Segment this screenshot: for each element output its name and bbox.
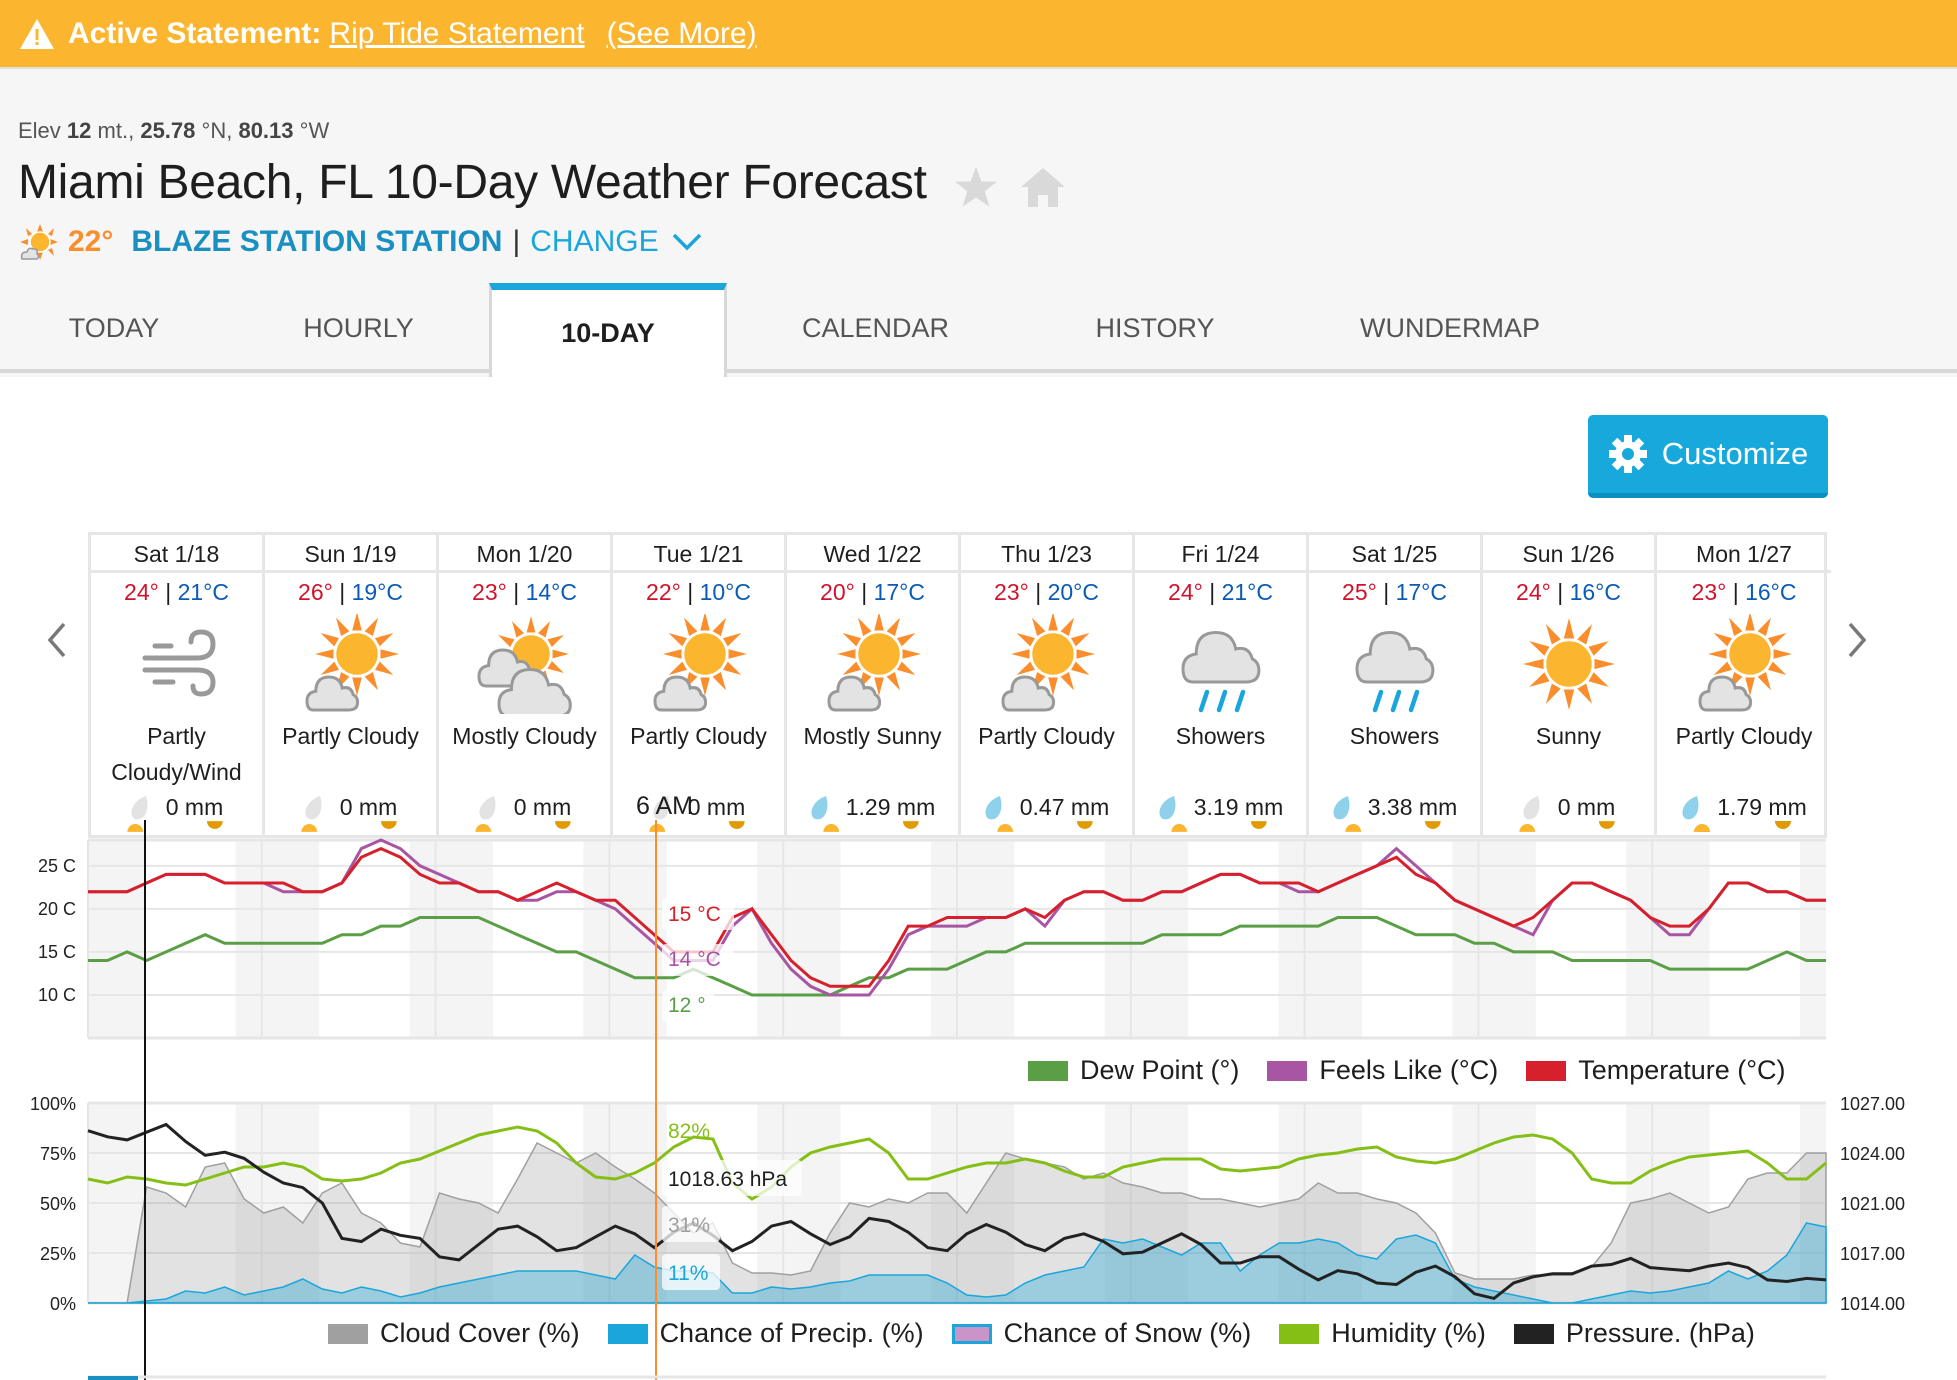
pressure-y-tick-label: 1017.00 [1840, 1244, 1905, 1264]
legend-item[interactable]: Cloud Cover (%) [380, 1318, 580, 1349]
temp-chart-night-band [583, 840, 610, 1038]
tooltip-cloud-cover: 31% [668, 1214, 710, 1237]
cursor-time-label: 6 AM [636, 792, 693, 820]
temp-chart-night-band [1104, 840, 1131, 1038]
pressure-y-tick-label: 1014.00 [1840, 1294, 1905, 1314]
precip-legend: Cloud Cover (%) Chance of Precip. (%) Chan… [300, 1318, 1755, 1349]
tooltip-pressure: 1018.63 hPa [668, 1168, 787, 1191]
temp-chart-night-band [1799, 840, 1826, 1038]
temp-chart-night-band [261, 840, 320, 1038]
temp-chart-night-band [1130, 840, 1189, 1038]
percent-y-tick-label: 0% [50, 1294, 76, 1314]
temp-y-tick-label: 10 C [38, 985, 76, 1005]
legend-swatch [328, 1323, 368, 1344]
legend-swatch [1513, 1323, 1554, 1344]
legend-swatch [1028, 1060, 1068, 1081]
tooltip-temperature: 15 °C [668, 903, 721, 926]
tooltip-humidity: 82% [668, 1120, 710, 1143]
legend-item[interactable]: Dew Point (°) [1080, 1055, 1239, 1086]
temp-chart-night-band [1278, 840, 1305, 1038]
temp-chart-night-band [1626, 840, 1653, 1038]
temp-chart-night-band [88, 840, 146, 1038]
tooltip-precip: 11% [668, 1262, 708, 1285]
percent-y-tick-label: 75% [40, 1144, 76, 1164]
legend-swatch [1526, 1060, 1567, 1081]
temp-chart-night-band [957, 840, 1015, 1038]
temp-chart-night-band [930, 840, 957, 1038]
percent-y-tick-label: 100% [30, 1094, 76, 1114]
legend-item[interactable]: Temperature (°C) [1578, 1055, 1785, 1086]
legend-swatch [1279, 1323, 1320, 1344]
tooltip-dew-point: 12 ° [668, 994, 706, 1017]
legend-item[interactable]: Chance of Precip. (%) [660, 1318, 924, 1349]
legend-item[interactable]: Feels Like (°C) [1319, 1055, 1498, 1086]
temp-chart-night-band [783, 840, 841, 1038]
temp-chart-night-band [435, 840, 493, 1038]
legend-swatch [951, 1323, 992, 1344]
temp-chart-night-band [1652, 840, 1710, 1038]
temp-y-tick-label: 20 C [38, 899, 76, 919]
pressure-y-tick-label: 1024.00 [1840, 1144, 1905, 1164]
tooltip-feels-like: 14 °C [668, 948, 721, 971]
temperature-legend: Dew Point (°) Feels Like (°C) Temperature … [1000, 1055, 1786, 1086]
percent-y-tick-label: 25% [40, 1244, 76, 1264]
forecast-charts: 25 C 20 C 15 C 10 C 100% 1027.00 75% 1024.00 50%… [30, 820, 1905, 1380]
temp-chart-night-band [235, 840, 262, 1038]
pressure-y-tick-label: 1027.00 [1840, 1094, 1905, 1114]
next-chart-bar [88, 1376, 138, 1380]
legend-swatch [1267, 1060, 1308, 1081]
temp-y-tick-label: 25 C [38, 856, 76, 876]
temp-chart-night-band [1304, 840, 1362, 1038]
temp-chart-night-band [1478, 840, 1536, 1038]
pressure-y-tick-label: 1021.00 [1840, 1194, 1905, 1214]
legend-item[interactable]: Pressure. (hPa) [1566, 1318, 1755, 1349]
percent-y-tick-label: 50% [40, 1194, 76, 1214]
legend-swatch [607, 1323, 648, 1344]
temp-y-tick-label: 15 C [38, 942, 76, 962]
legend-item[interactable]: Humidity (%) [1331, 1318, 1486, 1349]
legend-item[interactable]: Chance of Snow (%) [1004, 1318, 1252, 1349]
